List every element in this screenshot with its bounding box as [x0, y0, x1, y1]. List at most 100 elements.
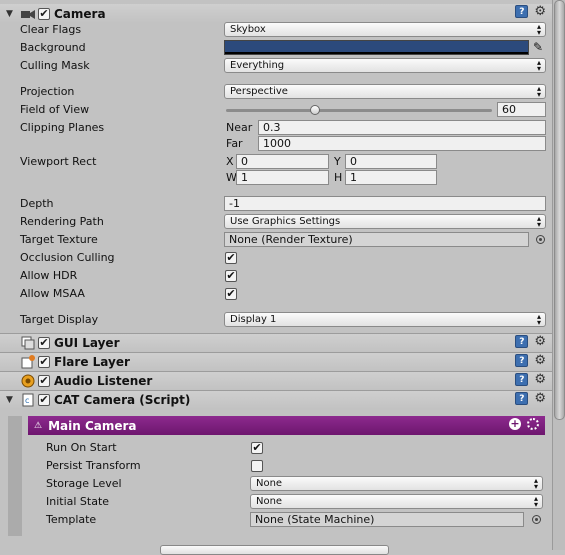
- vertical-scrollbar[interactable]: [552, 0, 565, 550]
- allow-msaa-label: Allow MSAA: [20, 287, 85, 300]
- main-camera-section-header[interactable]: ⚠ Main Camera +: [28, 416, 545, 435]
- audio-listener-checkbox[interactable]: ✔: [38, 375, 50, 387]
- rendering-path-dropdown[interactable]: Use Graphics Settings ▴ ▾: [224, 214, 546, 229]
- viewport-h-field[interactable]: 1: [345, 170, 437, 185]
- projection-value: Perspective: [230, 86, 288, 97]
- near-field[interactable]: 0.3: [258, 120, 546, 135]
- camera-icon: [20, 6, 36, 22]
- dropdown-arrow-icon: ▴ ▾: [533, 494, 538, 509]
- camera-header[interactable]: ▼ ✔ Camera ? ⚙: [0, 4, 552, 23]
- x-label: X: [226, 155, 234, 168]
- object-picker-icon[interactable]: [536, 235, 545, 244]
- gear-icon[interactable]: ⚙: [534, 354, 546, 367]
- target-display-dropdown[interactable]: Display 1 ▴ ▾: [224, 312, 546, 327]
- y-label: Y: [334, 155, 341, 168]
- far-label: Far: [226, 137, 243, 150]
- initial-state-dropdown[interactable]: None ▴ ▾: [250, 494, 543, 509]
- allow-hdr-checkbox[interactable]: ✔: [225, 270, 237, 282]
- camera-title: Camera: [54, 6, 106, 21]
- collapse-arrow-icon[interactable]: ▼: [6, 395, 18, 405]
- depth-field[interactable]: -1: [224, 196, 546, 211]
- main-camera-title: Main Camera: [48, 418, 137, 433]
- occlusion-culling-checkbox[interactable]: ✔: [225, 252, 237, 264]
- h-label: H: [334, 171, 343, 184]
- culling-mask-label: Culling Mask: [20, 59, 90, 72]
- cat-camera-checkbox[interactable]: ✔: [38, 394, 50, 406]
- allow-msaa-checkbox[interactable]: ✔: [225, 288, 237, 300]
- gear-icon[interactable]: ⚙: [534, 392, 546, 405]
- target-display-value: Display 1: [230, 314, 277, 325]
- allow-hdr-label: Allow HDR: [20, 269, 78, 282]
- viewport-x-field[interactable]: 0: [236, 154, 329, 169]
- target-texture-label: Target Texture: [20, 233, 98, 246]
- storage-level-label: Storage Level: [46, 477, 122, 490]
- storage-level-value: None: [256, 478, 283, 489]
- help-icon[interactable]: ?: [515, 373, 529, 386]
- target-texture-field[interactable]: None (Render Texture): [224, 232, 529, 247]
- flare-layer-checkbox[interactable]: ✔: [38, 356, 50, 368]
- foldout-strip: [8, 416, 22, 536]
- run-on-start-checkbox[interactable]: ✔: [251, 442, 263, 454]
- target-display-label: Target Display: [20, 313, 99, 326]
- flare-layer-header[interactable]: ✔ Flare Layer ? ⚙: [0, 352, 552, 371]
- collapse-arrow-icon[interactable]: ▼: [6, 9, 18, 19]
- flare-layer-icon: [20, 354, 36, 370]
- svg-text:c: c: [25, 396, 29, 405]
- scrollbar-thumb[interactable]: [554, 0, 565, 420]
- clear-flags-label: Clear Flags: [20, 23, 82, 36]
- gear-icon[interactable]: ⚙: [534, 5, 546, 18]
- flare-layer-title: Flare Layer: [54, 355, 130, 369]
- dropdown-arrow-icon: ▴ ▾: [536, 22, 541, 37]
- help-icon[interactable]: ?: [515, 335, 529, 348]
- cat-camera-title: CAT Camera (Script): [54, 393, 191, 407]
- bottom-button[interactable]: [160, 545, 389, 555]
- audio-listener-header[interactable]: ✔ Audio Listener ? ⚙: [0, 371, 552, 390]
- help-icon[interactable]: ?: [515, 5, 529, 18]
- help-icon[interactable]: ?: [515, 392, 529, 405]
- occlusion-culling-label: Occlusion Culling: [20, 251, 115, 264]
- camera-enabled-checkbox[interactable]: ✔: [38, 7, 50, 20]
- viewport-y-field[interactable]: 0: [345, 154, 437, 169]
- script-icon: c: [20, 392, 36, 408]
- audio-listener-title: Audio Listener: [54, 374, 153, 388]
- eyedropper-icon[interactable]: ✎: [533, 40, 543, 54]
- gui-layer-checkbox[interactable]: ✔: [38, 337, 50, 349]
- add-icon[interactable]: +: [509, 418, 521, 430]
- fov-slider-thumb[interactable]: [309, 105, 320, 115]
- field-of-view-label: Field of View: [20, 103, 90, 116]
- background-label: Background: [20, 41, 86, 54]
- dropdown-arrow-icon: ▴ ▾: [533, 476, 538, 491]
- gui-layer-title: GUI Layer: [54, 336, 120, 350]
- run-on-start-label: Run On Start: [46, 441, 117, 454]
- gui-layer-header[interactable]: ✔ GUI Layer ? ⚙: [0, 333, 552, 352]
- persist-transform-label: Persist Transform: [46, 459, 141, 472]
- gear-icon[interactable]: ⚙: [534, 373, 546, 386]
- culling-mask-value: Everything: [230, 60, 285, 71]
- near-label: Near: [226, 121, 253, 134]
- background-color-field[interactable]: [224, 40, 529, 55]
- fov-value-field[interactable]: 60: [497, 102, 546, 117]
- storage-level-dropdown[interactable]: None ▴ ▾: [250, 476, 543, 491]
- viewport-rect-label: Viewport Rect: [20, 155, 97, 168]
- projection-label: Projection: [20, 85, 75, 98]
- clear-flags-dropdown[interactable]: Skybox ▴ ▾: [224, 22, 546, 37]
- dropdown-arrow-icon: ▴ ▾: [536, 84, 541, 99]
- audio-listener-icon: [20, 373, 36, 389]
- object-picker-icon[interactable]: [532, 515, 541, 524]
- projection-dropdown[interactable]: Perspective ▴ ▾: [224, 84, 546, 99]
- persist-transform-checkbox[interactable]: [251, 460, 263, 472]
- gear-icon[interactable]: ⚙: [534, 335, 546, 348]
- culling-mask-dropdown[interactable]: Everything ▴ ▾: [224, 58, 546, 73]
- fov-slider-track[interactable]: [226, 109, 492, 112]
- initial-state-value: None: [256, 496, 283, 507]
- far-field[interactable]: 1000: [258, 136, 546, 151]
- initial-state-label: Initial State: [46, 495, 110, 508]
- rendering-path-label: Rendering Path: [20, 215, 104, 228]
- help-icon[interactable]: ?: [515, 354, 529, 367]
- warning-triangle-icon: ⚠: [34, 420, 43, 431]
- template-label: Template: [46, 513, 97, 526]
- cat-camera-header[interactable]: ▼ c ✔ CAT Camera (Script) ? ⚙: [0, 390, 552, 409]
- template-field[interactable]: None (State Machine): [250, 512, 524, 527]
- loading-icon: [527, 418, 539, 430]
- viewport-w-field[interactable]: 1: [236, 170, 329, 185]
